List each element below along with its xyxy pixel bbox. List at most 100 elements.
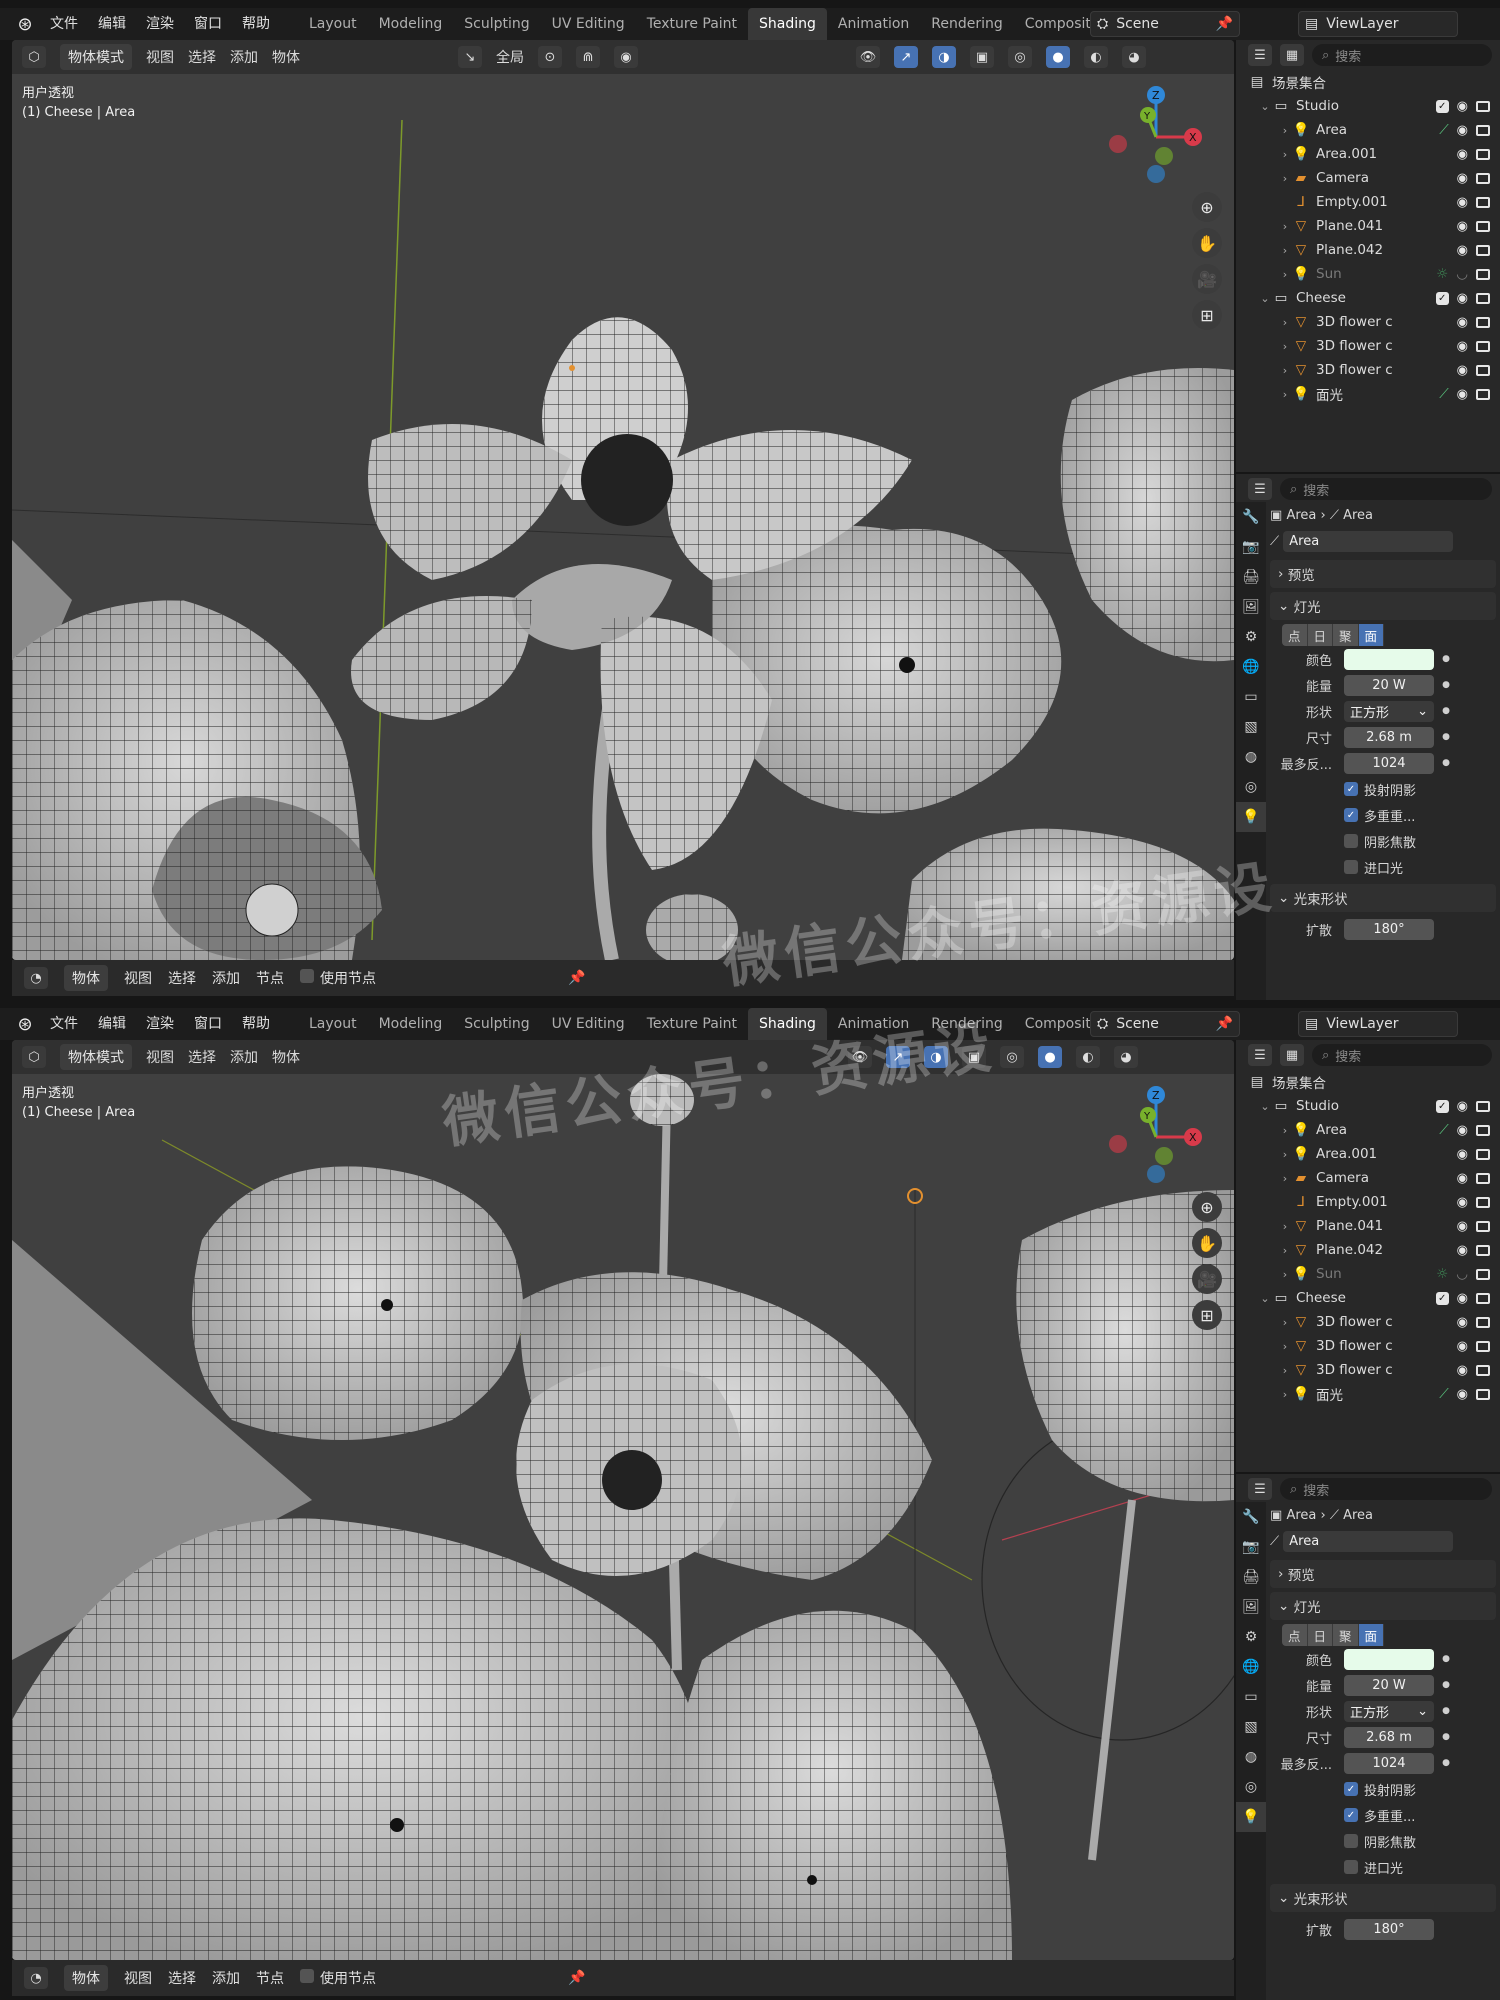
datablock-selector[interactable]: ⟋ Area — [1270, 1528, 1496, 1554]
overlay-toggle-icon[interactable]: ◑ — [924, 1046, 948, 1068]
object-mode-dropdown[interactable]: 物体模式 — [60, 44, 132, 70]
camera-view-icon[interactable]: 🎥 — [1192, 264, 1222, 294]
blender-logo-icon[interactable]: ⊛ — [10, 1014, 40, 1035]
outliner-row[interactable]: › ▽ Plane.041 ◉ — [1236, 1214, 1500, 1238]
panel-light[interactable]: ⌄ 灯光 — [1270, 592, 1496, 620]
outliner-row[interactable]: › 💡 Area.001 ◉ — [1236, 1142, 1500, 1166]
visibility-icon[interactable]: 👁 — [856, 46, 880, 68]
object-type-dropdown[interactable]: 物体 — [64, 1965, 108, 1991]
3d-viewport[interactable]: ⬡ 物体模式 视图 选择 添加 物体 👁 ↗ ◑ ▣ ◎ ● ◐ ◕ 用户透视 … — [12, 1040, 1234, 1960]
tool-tab-icon[interactable]: 🔧 — [1236, 502, 1266, 532]
outliner-row[interactable]: › ▽ 3D flower c ◉ — [1236, 334, 1500, 358]
tab-rendering[interactable]: Rendering — [920, 1008, 1014, 1040]
outliner-row[interactable]: › ▰ Camera ◉ — [1236, 1166, 1500, 1190]
menu-select[interactable]: 选择 — [188, 1047, 216, 1067]
render-tab-icon[interactable]: 📷 — [1236, 1532, 1266, 1562]
panel-beam-shape[interactable]: ⌄ 光束形状 — [1270, 1884, 1496, 1912]
editor-type-icon[interactable]: ☰ — [1248, 478, 1272, 500]
collection-row[interactable]: ⌄ ▭ Cheese ✓ ◉ — [1236, 1286, 1500, 1310]
gizmo-toggle-icon[interactable]: ↗ — [894, 46, 918, 68]
light-data-tab-icon[interactable]: 💡 — [1236, 802, 1266, 832]
cast-shadow-checkbox[interactable]: ✓ 投射阴影 — [1270, 1776, 1496, 1802]
view-layer-selector[interactable]: ▤ ViewLayer — [1298, 1011, 1458, 1037]
tab-modeling[interactable]: Modeling — [368, 8, 454, 40]
object-mode-dropdown[interactable]: 物体模式 — [60, 1044, 132, 1070]
menu-add[interactable]: 添加 — [230, 47, 258, 67]
menu-node[interactable]: 节点 — [256, 968, 284, 988]
pivot-icon[interactable]: ⊙ — [538, 46, 562, 68]
object-tab-icon[interactable]: ▧ — [1236, 712, 1266, 742]
menu-add[interactable]: 添加 — [212, 1968, 240, 1988]
outliner-search-input[interactable]: ⌕ 搜索 — [1312, 1044, 1492, 1066]
menu-edit[interactable]: 编辑 — [88, 1008, 136, 1040]
transform-orientation-icon[interactable]: ↘ — [458, 46, 482, 68]
zoom-icon[interactable]: ⊕ — [1192, 1192, 1222, 1222]
camera-view-icon[interactable]: 🎥 — [1192, 1264, 1222, 1294]
cast-shadow-checkbox[interactable]: ✓ 投射阴影 — [1270, 776, 1496, 802]
outliner-row[interactable]: › ▽ 3D flower c ◉ — [1236, 1310, 1500, 1334]
menu-file[interactable]: 文件 — [40, 1008, 88, 1040]
panel-light[interactable]: ⌄ 灯光 — [1270, 1592, 1496, 1620]
editor-type-icon[interactable]: ⬡ — [22, 46, 46, 68]
menu-window[interactable]: 窗口 — [184, 1008, 232, 1040]
menu-add[interactable]: 添加 — [212, 968, 240, 988]
view-layer-tab-icon[interactable]: 🖼 — [1236, 1592, 1266, 1622]
outliner-row[interactable]: › ▽ Plane.041 ◉ — [1236, 214, 1500, 238]
ortho-grid-icon[interactable]: ⊞ — [1192, 1300, 1222, 1330]
view-layer-tab-icon[interactable]: 🖼 — [1236, 592, 1266, 622]
scene-tab-icon[interactable]: ⚙ — [1236, 1622, 1266, 1652]
menu-render[interactable]: 渲染 — [136, 1008, 184, 1040]
scene-collection-row[interactable]: ▤ 场景集合 — [1236, 70, 1500, 94]
rendered-shading-icon[interactable]: ◕ — [1114, 1046, 1138, 1068]
pin-icon[interactable]: 📌 — [568, 1970, 585, 1986]
snap-icon[interactable]: ⋒ — [576, 46, 600, 68]
visibility-icon[interactable]: 👁 — [848, 1046, 872, 1068]
proportional-edit-icon[interactable]: ◉ — [614, 46, 638, 68]
collection-row[interactable]: ⌄ ▭ Cheese ✓ ◉ — [1236, 286, 1500, 310]
xray-icon[interactable]: ▣ — [962, 1046, 986, 1068]
light-type-selector[interactable]: 点 日 聚 面 — [1282, 624, 1496, 646]
menu-file[interactable]: 文件 — [40, 8, 88, 40]
scene-collection-row[interactable]: ▤ 场景集合 — [1236, 1070, 1500, 1094]
panel-preview[interactable]: › 预览 — [1270, 1560, 1496, 1588]
collection-row[interactable]: ⌄ ▭ Studio ✓ ◉ — [1236, 1094, 1500, 1118]
rendered-shading-icon[interactable]: ◕ — [1122, 46, 1146, 68]
collection-tab-icon[interactable]: ▭ — [1236, 682, 1266, 712]
menu-select[interactable]: 选择 — [168, 1968, 196, 1988]
menu-node[interactable]: 节点 — [256, 1968, 284, 1988]
shadow-caustics-checkbox[interactable]: 阴影焦散 — [1270, 828, 1496, 854]
outliner-row[interactable]: › 💡 Sun ☼ ◡ — [1236, 1262, 1500, 1286]
outliner-row[interactable]: › ▽ 3D flower c ◉ — [1236, 1358, 1500, 1382]
navigation-gizmo[interactable]: Z X Y — [1106, 82, 1216, 192]
editor-type-icon[interactable]: ☰ — [1248, 1044, 1272, 1066]
properties-search-input[interactable]: ⌕ 搜索 — [1280, 1478, 1492, 1500]
scene-tab-icon[interactable]: ⚙ — [1236, 622, 1266, 652]
editor-type-icon[interactable]: ◔ — [24, 1967, 48, 1989]
use-nodes-checkbox[interactable]: 使用节点 — [300, 1968, 376, 1988]
material-shading-icon[interactable]: ◐ — [1076, 1046, 1100, 1068]
menu-edit[interactable]: 编辑 — [88, 8, 136, 40]
solid-shading-icon[interactable]: ● — [1046, 46, 1070, 68]
bounces-field[interactable]: 1024 — [1344, 1752, 1434, 1774]
tab-layout[interactable]: Layout — [298, 8, 368, 40]
overlay-toggle-icon[interactable]: ◑ — [932, 46, 956, 68]
size-field[interactable]: 2.68 m — [1344, 726, 1434, 748]
shape-dropdown[interactable]: 正方形 ⌄ — [1344, 700, 1434, 722]
tab-animation[interactable]: Animation — [827, 1008, 920, 1040]
portal-checkbox[interactable]: 进口光 — [1270, 854, 1496, 880]
pin-icon[interactable]: 📌 — [1216, 1016, 1233, 1032]
output-tab-icon[interactable]: 🖨 — [1236, 1562, 1266, 1592]
shadow-caustics-checkbox[interactable]: 阴影焦散 — [1270, 1828, 1496, 1854]
menu-select[interactable]: 选择 — [188, 47, 216, 67]
editor-type-icon[interactable]: ◔ — [24, 967, 48, 989]
outliner-row[interactable]: › 💡 Area ⟋ ◉ — [1236, 118, 1500, 142]
menu-add[interactable]: 添加 — [230, 1047, 258, 1067]
outliner-row[interactable]: › ▽ Plane.042 ◉ — [1236, 1238, 1500, 1262]
panel-beam-shape[interactable]: ⌄ 光束形状 — [1270, 884, 1496, 912]
multiple-importance-checkbox[interactable]: ✓ 多重重... — [1270, 802, 1496, 828]
size-field[interactable]: 2.68 m — [1344, 1726, 1434, 1748]
editor-type-icon[interactable]: ☰ — [1248, 44, 1272, 66]
spread-field[interactable]: 180° — [1344, 1918, 1434, 1940]
use-nodes-checkbox[interactable]: 使用节点 — [300, 968, 376, 988]
bounces-field[interactable]: 1024 — [1344, 752, 1434, 774]
